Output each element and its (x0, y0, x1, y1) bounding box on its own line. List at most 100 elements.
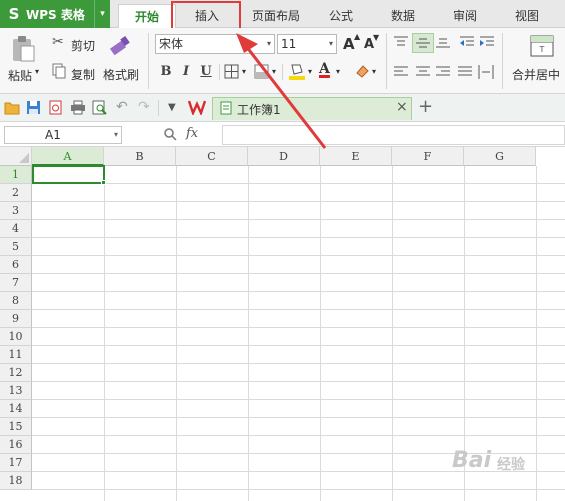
grid-column-line (320, 166, 321, 501)
insert-function-button[interactable]: fx (186, 126, 198, 141)
column-header-c[interactable]: C (176, 147, 248, 166)
tab-page-layout[interactable]: 页面布局 (240, 4, 312, 28)
row-header-12[interactable]: 12 (0, 364, 32, 382)
document-tab-title: 工作簿1 (237, 103, 281, 117)
align-middle-icon (416, 38, 430, 48)
font-size-select[interactable]: 11 ▾ (277, 34, 337, 54)
chevron-down-icon[interactable]: ▾ (272, 67, 276, 76)
row-header-13[interactable]: 13 (0, 382, 32, 400)
align-center-icon[interactable] (416, 66, 430, 78)
tab-review[interactable]: 审阅 (436, 4, 494, 28)
borders-icon[interactable] (224, 64, 240, 80)
fill-color-icon[interactable] (288, 62, 306, 80)
chevron-down-icon: ▾ (328, 39, 333, 48)
font-color-button[interactable]: A (319, 61, 330, 77)
print-preview-icon[interactable] (92, 100, 107, 115)
column-header-a[interactable]: A (32, 147, 104, 166)
column-header-f[interactable]: F (392, 147, 464, 166)
customize-toolbar-icon[interactable]: ▼ (168, 102, 176, 113)
row-header-1[interactable]: 1 (0, 166, 32, 184)
chevron-down-icon[interactable]: ▾ (372, 67, 376, 76)
grow-font-button[interactable]: A (343, 35, 355, 53)
row-header-11[interactable]: 11 (0, 346, 32, 364)
save-icon[interactable] (26, 100, 41, 115)
formula-input[interactable] (222, 125, 565, 145)
zoom-icon[interactable] (163, 127, 177, 141)
row-header-7[interactable]: 7 (0, 274, 32, 292)
column-header-d[interactable]: D (248, 147, 320, 166)
font-name-select[interactable]: 宋体 ▾ (155, 34, 275, 54)
selected-cell-a1[interactable] (32, 165, 105, 184)
app-menu-button[interactable]: S WPS 表格 ▾ (0, 0, 110, 28)
bold-button[interactable]: B (158, 64, 174, 80)
grid-row-line (32, 291, 565, 292)
cut-button[interactable]: 剪切 (71, 37, 95, 54)
column-header-e[interactable]: E (320, 147, 392, 166)
grid-row-line (32, 363, 565, 364)
justify-icon[interactable] (458, 66, 472, 78)
tab-view[interactable]: 视图 (498, 4, 556, 28)
select-all-corner[interactable] (0, 147, 32, 166)
row-header-15[interactable]: 15 (0, 418, 32, 436)
paste-button[interactable]: 粘贴 (8, 67, 32, 84)
ribbon-divider (386, 33, 387, 89)
grow-arrow-icon: ▲ (354, 32, 361, 41)
row-header-2[interactable]: 2 (0, 184, 32, 202)
column-header-g[interactable]: G (464, 147, 536, 166)
align-right-icon[interactable] (436, 66, 450, 78)
row-header-8[interactable]: 8 (0, 292, 32, 310)
chevron-down-icon[interactable]: ▾ (94, 0, 110, 28)
fill-handle[interactable] (101, 180, 106, 185)
ribbon-divider (282, 64, 283, 80)
increase-indent-icon[interactable] (480, 36, 494, 48)
close-icon[interactable]: × (396, 99, 408, 115)
grid-row-line (32, 183, 565, 184)
export-pdf-icon[interactable] (48, 100, 63, 115)
paste-dropdown-icon[interactable]: ▾ (35, 67, 39, 76)
row-header-10[interactable]: 10 (0, 328, 32, 346)
chevron-down-icon[interactable]: ▾ (308, 67, 312, 76)
tab-data[interactable]: 数据 (374, 4, 432, 28)
chevron-down-icon[interactable]: ▾ (114, 127, 118, 143)
italic-button[interactable]: I (178, 64, 194, 80)
new-tab-button[interactable]: + (418, 96, 433, 117)
tab-home[interactable]: 开始 (118, 4, 176, 28)
paste-icon[interactable] (10, 35, 36, 63)
row-header-5[interactable]: 5 (0, 238, 32, 256)
column-header-b[interactable]: B (104, 147, 176, 166)
align-left-icon[interactable] (394, 66, 408, 78)
copy-button[interactable]: 复制 (71, 66, 95, 83)
wps-home-icon[interactable] (188, 99, 206, 115)
align-bottom-icon[interactable] (436, 36, 450, 48)
grid-row-line (32, 345, 565, 346)
clear-format-icon[interactable] (354, 63, 370, 79)
format-painter-icon[interactable] (108, 34, 134, 58)
chevron-down-icon[interactable]: ▾ (242, 67, 246, 76)
format-painter-button[interactable]: 格式刷 (103, 66, 139, 83)
row-header-16[interactable]: 16 (0, 436, 32, 454)
chevron-down-icon[interactable]: ▾ (336, 67, 340, 76)
name-box[interactable]: A1 ▾ (4, 126, 122, 144)
redo-icon[interactable]: ↷ (138, 99, 150, 115)
merge-center-icon[interactable]: T (530, 34, 554, 58)
row-header-3[interactable]: 3 (0, 202, 32, 220)
cell-style-icon[interactable] (254, 64, 270, 80)
underline-button[interactable]: U (198, 64, 214, 80)
grid-row-line (32, 201, 565, 202)
row-header-18[interactable]: 18 (0, 472, 32, 490)
grid-row-line (32, 255, 565, 256)
align-top-icon[interactable] (394, 36, 408, 48)
merge-center-button[interactable]: 合并居中 (512, 66, 560, 83)
decrease-indent-icon[interactable] (460, 36, 474, 48)
folder-icon[interactable] (4, 101, 20, 115)
row-header-14[interactable]: 14 (0, 400, 32, 418)
ribbon-divider (219, 64, 220, 80)
distribute-icon[interactable] (478, 65, 494, 79)
row-header-17[interactable]: 17 (0, 454, 32, 472)
tab-formulas[interactable]: 公式 (312, 4, 370, 28)
print-icon[interactable] (70, 100, 86, 115)
row-header-6[interactable]: 6 (0, 256, 32, 274)
row-header-9[interactable]: 9 (0, 310, 32, 328)
row-header-4[interactable]: 4 (0, 220, 32, 238)
undo-icon[interactable]: ↶ (116, 99, 128, 115)
